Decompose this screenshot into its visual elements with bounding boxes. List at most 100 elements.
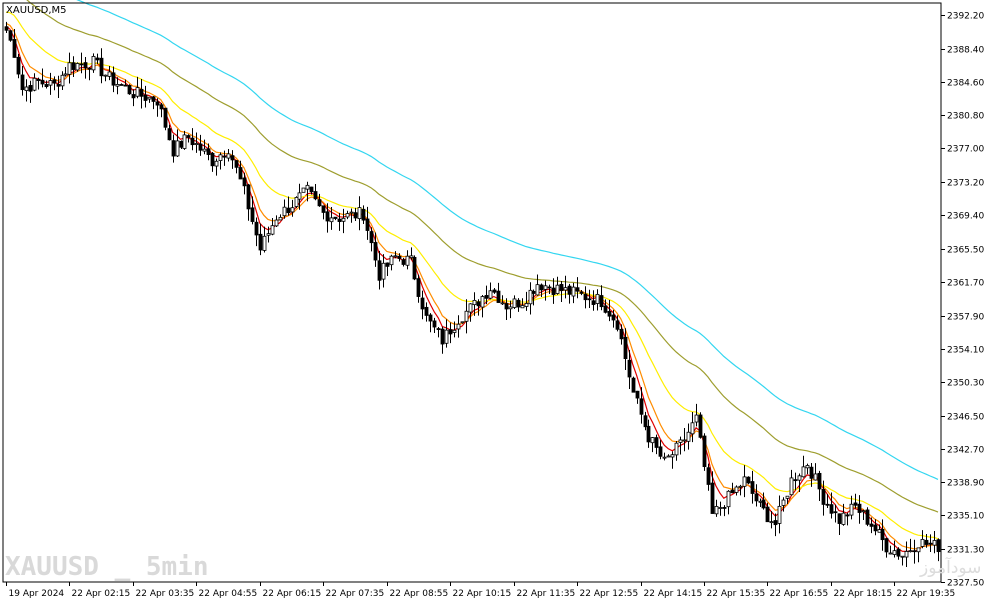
candle: [468, 303, 473, 322]
candle-body: [896, 548, 901, 557]
candle: [710, 471, 715, 514]
candle-body: [825, 503, 830, 506]
candle-body: [107, 71, 112, 77]
candle-body: [670, 454, 675, 458]
candle: [587, 289, 592, 308]
candle-body: [746, 476, 751, 484]
candle-body: [79, 63, 84, 66]
candle: [218, 152, 223, 170]
candle-body: [432, 320, 437, 328]
price-chart[interactable]: 2392.20 2388.40 2384.60 2380.80 2377.00 2373.…: [0, 0, 987, 605]
candle: [377, 250, 382, 290]
candle: [555, 276, 560, 295]
y-tick-label: 2350.30: [947, 379, 984, 389]
candle: [480, 295, 485, 318]
candle: [682, 427, 687, 452]
candle-body: [99, 57, 104, 77]
candle-body: [646, 425, 651, 443]
candle: [12, 29, 17, 58]
candle-body: [325, 211, 330, 222]
candle: [805, 463, 810, 475]
candle: [385, 262, 390, 277]
candle: [393, 251, 398, 259]
candle-body: [579, 291, 584, 294]
x-tick-label: 22 Apr 12:55: [580, 589, 639, 599]
candle: [182, 130, 187, 150]
ma-line-5: [76, 0, 939, 480]
candle: [424, 302, 429, 322]
candle-body: [182, 134, 187, 149]
candle: [758, 498, 763, 508]
candle: [234, 160, 239, 174]
candle-body: [194, 143, 199, 146]
candle-body: [524, 303, 529, 307]
candle: [412, 255, 417, 281]
candle-body: [690, 422, 695, 435]
candle-body: [583, 293, 588, 301]
candle-body: [155, 101, 160, 106]
candle-body: [262, 235, 267, 251]
candle: [409, 247, 414, 260]
candle-body: [730, 489, 735, 494]
candle: [861, 509, 866, 521]
candle-body: [575, 287, 580, 292]
candle-body: [147, 96, 152, 100]
candle-body: [397, 255, 402, 259]
candle: [456, 315, 461, 338]
candle-body: [698, 414, 703, 438]
candle: [639, 387, 644, 424]
candle-body: [492, 289, 497, 293]
candle-body: [654, 437, 659, 448]
candle-body: [143, 94, 148, 101]
candle: [567, 283, 572, 304]
y-tick-label: 2331.30: [947, 546, 984, 556]
candle: [258, 223, 263, 256]
candle-body: [206, 148, 211, 155]
candle-body: [821, 489, 826, 505]
candle: [198, 134, 203, 156]
candle-body: [500, 302, 505, 305]
candle: [488, 282, 493, 300]
candle-body: [769, 521, 774, 524]
candle: [718, 501, 723, 516]
candle-body: [353, 212, 358, 219]
candle: [416, 274, 421, 303]
y-tick-label: 2335.10: [947, 512, 984, 522]
candle: [551, 278, 556, 304]
candle: [932, 530, 937, 554]
candle: [36, 77, 41, 90]
x-tick-label: 22 Apr 15:35: [707, 589, 766, 599]
candle: [674, 441, 679, 461]
candle-body: [409, 255, 414, 258]
candle-body: [297, 192, 302, 200]
candle-body: [440, 328, 445, 345]
candle: [857, 495, 862, 524]
candle-body: [127, 85, 132, 95]
candle-body: [571, 286, 576, 297]
candle-body: [210, 152, 215, 167]
candle-body: [103, 74, 108, 77]
candle: [670, 451, 675, 469]
candle: [210, 151, 215, 172]
candle: [381, 254, 386, 288]
candle-body: [286, 207, 291, 214]
x-tick-label: 22 Apr 14:15: [644, 589, 703, 599]
candle: [214, 158, 219, 176]
candle-body: [742, 476, 747, 487]
candle: [773, 513, 778, 537]
candle: [179, 140, 184, 150]
candle: [646, 419, 651, 448]
candle-body: [468, 303, 473, 313]
candle-body: [436, 328, 441, 330]
candle-body: [615, 320, 620, 330]
candle-body: [551, 287, 556, 295]
candle-body: [809, 466, 814, 479]
candle: [730, 482, 735, 494]
candle-body: [587, 298, 592, 301]
candle: [20, 65, 25, 96]
candle-body: [920, 539, 925, 547]
candle-body: [873, 524, 878, 532]
candle-body: [750, 481, 755, 494]
candle-body: [924, 539, 929, 545]
candle: [694, 403, 699, 427]
